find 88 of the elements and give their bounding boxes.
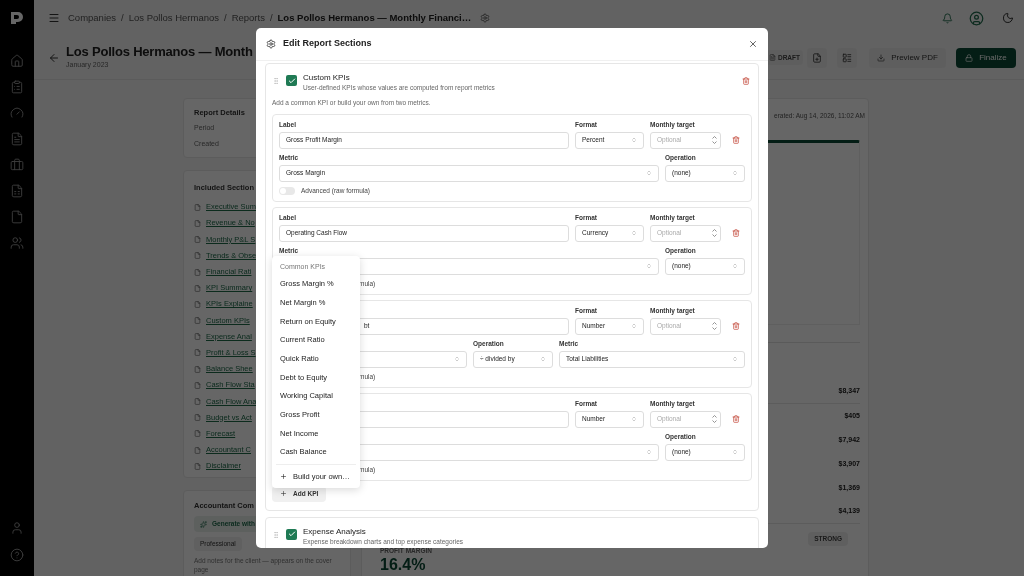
breadcrumb-item: Los Pollos Hermanos — Monthly Financi…	[277, 10, 472, 25]
logo-icon[interactable]	[9, 10, 25, 26]
drag-handle-icon[interactable]	[272, 530, 280, 539]
account-icon[interactable]	[969, 10, 984, 26]
settings-icon	[266, 39, 276, 49]
section-title: Expense Analysis	[303, 525, 366, 537]
document-icon	[194, 203, 201, 211]
chevrons-icon	[732, 170, 738, 177]
document-icon[interactable]	[10, 132, 24, 146]
settings-icon[interactable]	[480, 13, 491, 23]
check-icon	[287, 530, 296, 539]
document-icon	[194, 333, 201, 341]
chevrons-icon	[540, 356, 546, 363]
breadcrumb-separator: /	[224, 10, 227, 25]
metric-value: 16.4%	[380, 555, 426, 574]
close-icon[interactable]	[748, 39, 758, 49]
sparkles-icon	[200, 520, 207, 528]
preview-pdf-button[interactable]: Preview PDF	[869, 47, 946, 68]
finalize-button[interactable]: Finalize	[956, 47, 1016, 68]
plus-icon	[280, 472, 287, 480]
chevrons-icon	[646, 170, 652, 177]
chevrons-icon	[732, 263, 738, 270]
document-icon	[194, 268, 201, 276]
section-checkbox[interactable]	[286, 528, 297, 540]
users-icon[interactable]	[10, 236, 24, 250]
stepper-icon[interactable]	[711, 227, 718, 240]
chevrons-icon	[631, 416, 637, 423]
chevrons-icon	[646, 449, 652, 456]
clipboard-icon[interactable]	[10, 80, 24, 94]
download-icon	[877, 53, 886, 62]
stepper-icon[interactable]	[711, 320, 718, 333]
chevrons-icon	[732, 356, 738, 363]
gauge-icon[interactable]	[10, 106, 24, 120]
document-icon	[194, 398, 201, 405]
stepper-icon[interactable]	[711, 413, 718, 426]
document-icon	[194, 252, 201, 260]
document-icon	[194, 236, 201, 244]
delete-button[interactable]	[740, 75, 752, 87]
document-icon	[194, 317, 201, 325]
document-icon	[194, 365, 201, 373]
document-icon	[194, 462, 201, 470]
file-plus-icon	[812, 52, 822, 63]
document-icon	[194, 414, 201, 422]
breadcrumb-separator: /	[269, 10, 273, 25]
briefcase-icon[interactable]	[10, 158, 24, 172]
chevrons-icon	[631, 230, 637, 237]
moon-icon[interactable]	[1002, 12, 1014, 24]
breadcrumb-item[interactable]: Los Pollos Hermanos	[128, 10, 219, 26]
document-icon	[194, 430, 201, 438]
check-icon	[287, 76, 296, 85]
list-icon	[842, 52, 852, 63]
chevrons-icon	[732, 449, 738, 456]
spreadsheet-icon[interactable]	[10, 184, 24, 198]
chevrons-icon	[631, 137, 637, 144]
document-icon	[194, 300, 201, 308]
chevrons-icon	[646, 263, 652, 270]
back-icon[interactable]	[48, 51, 60, 64]
trash-icon	[742, 77, 750, 85]
trash-icon	[732, 415, 740, 424]
breadcrumb-separator: /	[121, 10, 124, 25]
document-icon	[194, 284, 201, 292]
chevrons-icon	[454, 356, 460, 363]
lock-icon	[965, 53, 974, 62]
document-icon	[194, 219, 201, 227]
home-icon[interactable]	[10, 54, 24, 68]
trash-icon	[732, 136, 740, 145]
drag-handle-icon[interactable]	[272, 77, 280, 85]
section-checkbox[interactable]	[286, 75, 297, 86]
trash-icon	[732, 229, 740, 238]
breadcrumb-item[interactable]: Reports	[231, 10, 265, 26]
menu-icon[interactable]	[48, 12, 60, 24]
document-icon	[194, 381, 201, 389]
help-icon[interactable]	[10, 548, 24, 562]
stepper-icon[interactable]	[711, 134, 718, 147]
layout-button[interactable]	[837, 47, 857, 68]
section-title: Custom KPIs	[303, 72, 350, 83]
document-icon	[194, 446, 201, 454]
add-page-button[interactable]	[807, 47, 827, 68]
bell-icon[interactable]	[942, 12, 953, 24]
report-title: Los Pollos Hermanos — Month	[66, 44, 253, 61]
user-icon[interactable]	[10, 521, 24, 535]
file-icon[interactable]	[10, 210, 24, 224]
chevrons-icon	[631, 323, 637, 330]
dialog-title: Edit Report Sections	[283, 37, 372, 51]
document-icon	[768, 54, 776, 61]
trash-icon	[732, 322, 740, 331]
document-icon	[194, 349, 201, 357]
plus-icon	[280, 490, 287, 498]
